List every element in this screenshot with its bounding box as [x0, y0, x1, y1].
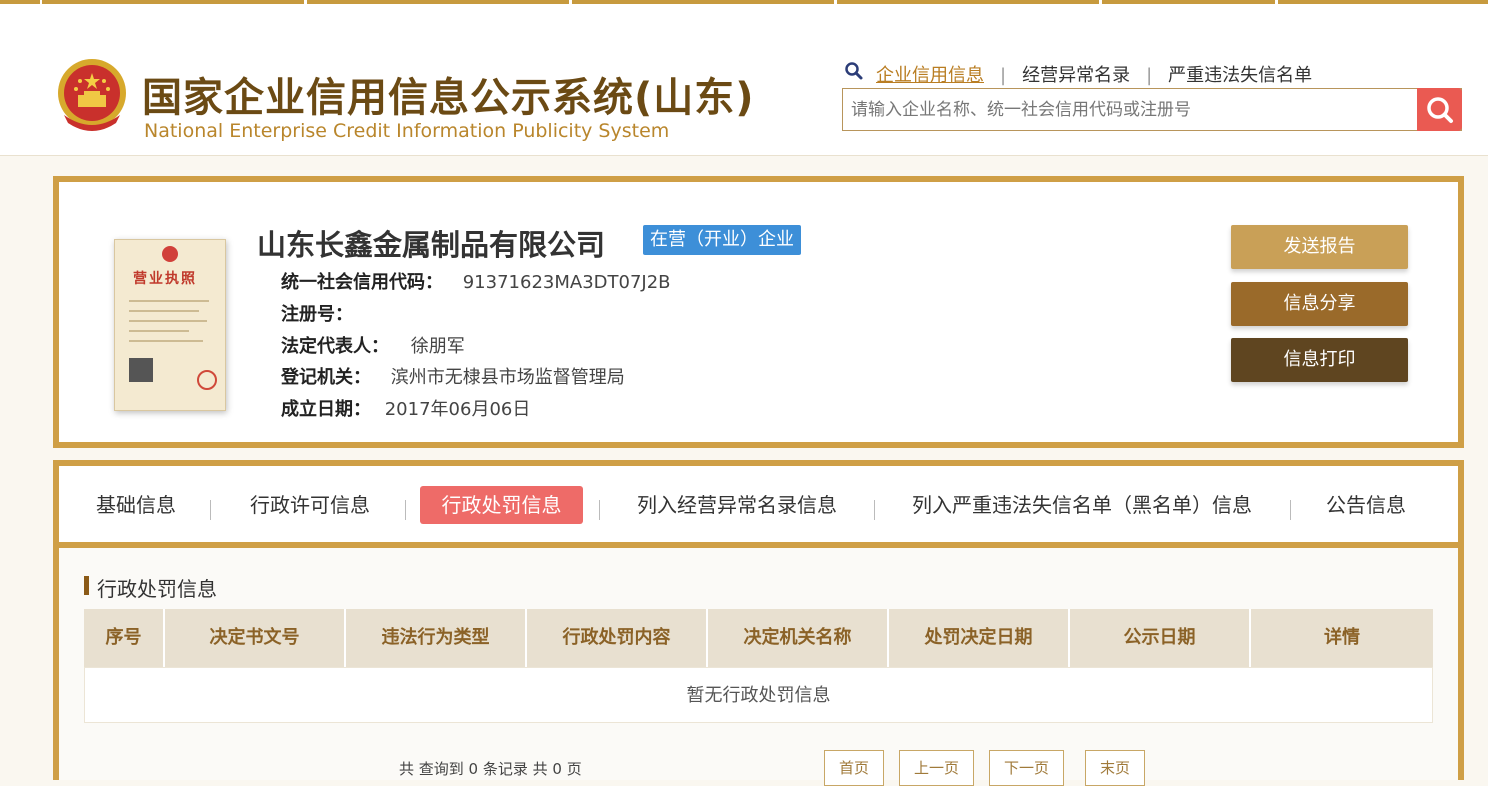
next-page-button[interactable]: 下一页: [989, 750, 1065, 786]
info-row-credit-code: 统一社会信用代码： 91371623MA3DT07J2B: [281, 268, 671, 294]
column-header: 决定机关名称: [708, 609, 889, 667]
qr-code-icon: [129, 358, 153, 382]
first-page-button[interactable]: 首页: [824, 750, 885, 786]
site-subtitle: National Enterprise Credit Information P…: [144, 120, 670, 142]
site-header: 国家企业信用信息公示系统(山东) National Enterprise Cre…: [0, 5, 1488, 156]
status-badge: 在营（开业）企业: [643, 225, 801, 255]
column-header: 决定书文号: [165, 609, 346, 667]
tab-basic-info[interactable]: 基础信息: [93, 486, 179, 524]
business-license-image[interactable]: 营业执照: [114, 239, 226, 411]
license-text-line: [129, 300, 209, 302]
search-box: [842, 88, 1462, 131]
license-text-line: [129, 340, 203, 342]
company-card: 营业执照 山东长鑫金属制品有限公司 在营（开业）企业 统一社会信用代码： 913…: [53, 176, 1464, 448]
tab-separator: [210, 500, 211, 520]
search-input[interactable]: [843, 89, 1435, 130]
info-row-authority: 登记机关： 滨州市无棣县市场监督管理局: [281, 363, 625, 389]
company-name: 山东长鑫金属制品有限公司: [257, 228, 606, 262]
info-label: 注册号：: [281, 304, 353, 325]
info-value: 2017年06月06日: [384, 399, 531, 420]
info-label: 统一社会信用代码：: [281, 272, 443, 293]
tab-admin-penalty[interactable]: 行政处罚信息: [420, 486, 583, 524]
license-stamp-icon: [197, 370, 217, 390]
info-label: 登记机关：: [281, 367, 371, 388]
tab-separator: [405, 500, 406, 520]
share-info-button[interactable]: 信息分享: [1231, 282, 1408, 326]
table-header: 序号 决定书文号 违法行为类型 行政处罚内容 决定机关名称 处罚决定日期 公示日…: [84, 609, 1433, 667]
tab-admin-license[interactable]: 行政许可信息: [247, 486, 373, 524]
section-title: 行政处罚信息: [97, 577, 217, 601]
license-text-line: [129, 320, 207, 322]
nav-separator: |: [1000, 65, 1007, 86]
license-emblem-icon: [162, 246, 178, 262]
detail-panel: 基础信息 行政许可信息 行政处罚信息 列入经营异常名录信息 列入严重违法失信名单…: [53, 460, 1464, 786]
info-label: 法定代表人：: [281, 336, 389, 357]
top-nav: 企业信用信息 | 经营异常名录 | 严重违法失信名单: [876, 61, 1312, 87]
info-row-legal-rep: 法定代表人： 徐朋军: [281, 332, 465, 358]
site-title: 国家企业信用信息公示系统(山东): [142, 75, 755, 121]
info-value: 91371623MA3DT07J2B: [462, 272, 671, 293]
license-text-line: [129, 310, 199, 312]
info-row-established: 成立日期： 2017年06月06日: [281, 395, 530, 421]
nav-link-abnormal-list[interactable]: 经营异常名录: [1022, 65, 1130, 86]
magnifier-icon: [1427, 97, 1453, 123]
info-label: 成立日期：: [281, 399, 371, 420]
tab-announcements[interactable]: 公告信息: [1323, 486, 1409, 524]
search-icon: [845, 62, 863, 80]
nav-link-blacklist[interactable]: 严重违法失信名单: [1168, 65, 1312, 86]
send-report-button[interactable]: 发送报告: [1231, 225, 1408, 269]
tab-separator: [599, 500, 600, 520]
tab-abnormal-list[interactable]: 列入经营异常名录信息: [633, 486, 841, 524]
column-header: 行政处罚内容: [527, 609, 708, 667]
nav-link-credit-info[interactable]: 企业信用信息: [876, 65, 984, 86]
search-button[interactable]: [1417, 88, 1462, 131]
column-header: 公示日期: [1070, 609, 1251, 667]
info-row-reg-number: 注册号：: [281, 300, 353, 326]
section-marker: [84, 576, 89, 595]
column-header: 详情: [1324, 627, 1360, 648]
tab-bar: 基础信息 行政许可信息 行政处罚信息 列入经营异常名录信息 列入严重违法失信名单…: [59, 466, 1458, 548]
previous-page-button[interactable]: 上一页: [899, 750, 975, 786]
nav-separator: |: [1146, 65, 1153, 86]
tab-blacklist[interactable]: 列入严重违法失信名单（黑名单）信息: [909, 486, 1255, 524]
print-info-button[interactable]: 信息打印: [1231, 338, 1408, 382]
license-text-line: [129, 330, 189, 332]
empty-table-message: 暂无行政处罚信息: [84, 667, 1433, 723]
column-header: 处罚决定日期: [889, 609, 1070, 667]
column-header: 违法行为类型: [346, 609, 527, 667]
last-page-button[interactable]: 末页: [1085, 750, 1146, 786]
tab-separator: [874, 500, 875, 520]
national-emblem-icon: [58, 59, 126, 131]
column-header: 序号: [84, 609, 165, 667]
pagination-summary: 共 查询到 0 条记录 共 0 页: [399, 760, 582, 778]
license-title: 营业执照: [133, 271, 197, 287]
info-value: 徐朋军: [410, 336, 465, 357]
tab-separator: [1290, 500, 1291, 520]
info-value: 滨州市无棣县市场监督管理局: [390, 367, 625, 388]
